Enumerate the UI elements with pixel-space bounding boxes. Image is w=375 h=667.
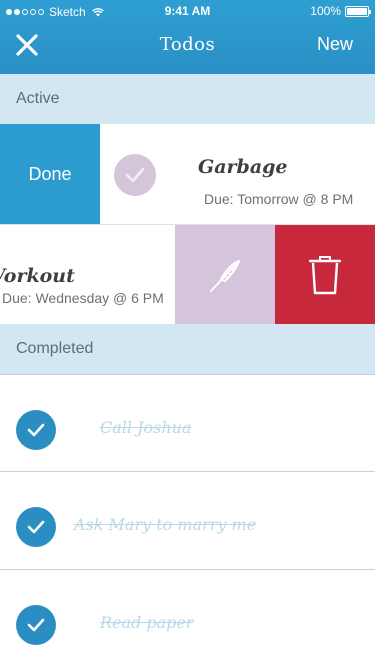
todo-title: Garbage <box>198 156 288 178</box>
complete-toggle[interactable] <box>114 154 156 196</box>
status-bar: Sketch 9:41 AM 100% <box>0 0 375 22</box>
completed-title: Read paper <box>100 613 194 632</box>
completed-toggle[interactable] <box>16 410 56 450</box>
completed-row[interactable]: Call Joshua <box>0 374 375 472</box>
battery-icon <box>345 5 371 17</box>
completed-toggle[interactable] <box>16 605 56 645</box>
todo-due: Due: Tomorrow @ 8 PM <box>204 191 354 207</box>
section-header-completed: Completed <box>0 324 375 374</box>
completed-row[interactable]: Ask Mary to marry me <box>0 472 375 570</box>
feather-pen-icon <box>210 260 240 292</box>
battery-status: 100% <box>310 4 371 18</box>
new-button[interactable]: New <box>317 34 353 55</box>
todo-row-garbage[interactable]: Done Garbage Due: Tomorrow @ 8 PM <box>0 124 375 224</box>
completed-title: Ask Mary to marry me <box>74 515 257 534</box>
section-header-active: Active <box>0 74 375 124</box>
delete-action-button[interactable] <box>275 225 375 324</box>
done-action-button[interactable]: Done <box>0 124 100 224</box>
todo-due: Due: Wednesday @ 6 PM <box>2 290 164 306</box>
completed-row[interactable]: Read paper <box>0 570 375 667</box>
check-icon <box>27 520 45 534</box>
trash-icon <box>308 256 342 295</box>
check-icon <box>27 423 45 437</box>
check-icon <box>125 167 145 183</box>
completed-title: Call Joshua <box>100 418 192 437</box>
edit-action-button[interactable] <box>175 225 275 324</box>
completed-toggle[interactable] <box>16 507 56 547</box>
nav-bar: Todos New <box>0 22 375 74</box>
todo-row-workout[interactable]: Workout Due: Wednesday @ 6 PM <box>0 224 375 324</box>
todo-title: Workout <box>0 265 75 287</box>
battery-percent: 100% <box>310 4 341 18</box>
app-header: Sketch 9:41 AM 100% Todos New <box>0 0 375 74</box>
check-icon <box>27 618 45 632</box>
